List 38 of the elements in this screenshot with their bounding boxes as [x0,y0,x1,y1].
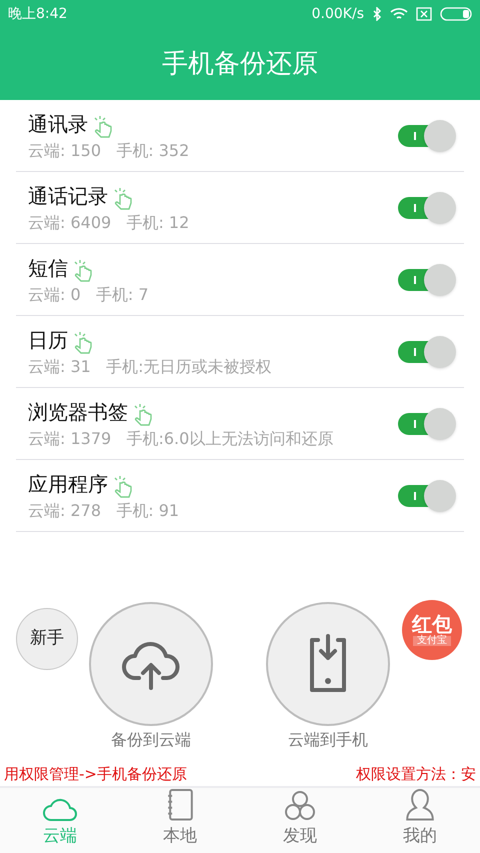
category-title: 日历 [28,326,68,354]
action-label: 备份到云端 [111,729,191,751]
toggle-switch[interactable] [396,262,456,296]
sync-stats: 云端: 0 手机: 7 [28,284,149,306]
status-time: 晚上8:42 [8,4,68,24]
wifi-icon [390,7,408,21]
lucky-envelope-button[interactable]: 红包 支付宝 [402,600,462,660]
toggle-switch[interactable] [396,478,456,512]
action-label: 云端到手机 [288,729,368,751]
sim-icon [416,7,432,21]
category-title: 应用程序 [28,470,108,498]
sync-stats: 云端: 278 手机: 91 [28,500,180,522]
tab[interactable]: 发现 [240,788,360,853]
network-speed: 0.00K/s [312,4,364,24]
battery-icon [440,7,472,21]
category-title: 浏览器书签 [28,398,128,426]
tab[interactable]: 本地 [120,788,240,853]
sync-stats: 云端: 31 手机:无日历或未被授权 [28,356,272,378]
payment-service-tag: 支付宝 [413,636,451,646]
bluetooth-icon [372,7,382,21]
page-title: 手机备份还原 [162,48,318,80]
circles-icon [283,790,317,822]
sync-stats: 云端: 150 手机: 352 [28,140,190,162]
notice-text: 权限设置方法：安 [356,764,476,785]
category-title: 通话记录 [28,182,108,210]
tab[interactable]: 云端 [0,788,120,853]
category-title: 短信 [28,254,68,282]
tab[interactable]: 我的 [360,788,480,853]
sync-stats: 云端: 6409 手机: 12 [28,212,190,234]
newbie-button[interactable]: 新手 [16,608,78,670]
toggle-switch[interactable] [396,190,456,224]
toggle-switch[interactable] [396,406,456,440]
toggle-switch[interactable] [396,118,456,152]
toggle-switch[interactable] [396,334,456,368]
sync-stats: 云端: 1379 手机:6.0以上无法访问和还原 [28,428,334,450]
notice-text: 用权限管理->手机备份还原 [4,764,187,785]
category-title: 通讯录 [28,110,88,138]
person-icon [405,788,435,822]
